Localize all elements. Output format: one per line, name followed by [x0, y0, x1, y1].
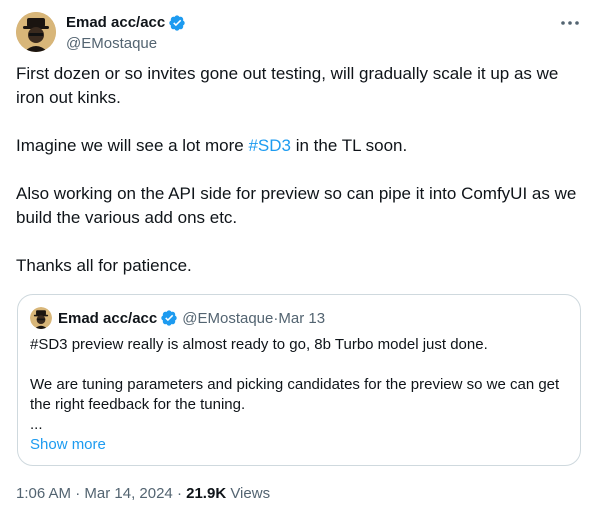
author-avatar[interactable] — [16, 12, 56, 52]
tweet-metadata: 1:06 AM · Mar 14, 2024 · 21.9K Views — [16, 484, 270, 504]
quoted-author-name: Emad acc/acc — [58, 309, 158, 327]
author-name[interactable]: Emad acc/acc — [66, 13, 165, 33]
tweet-paragraph: Imagine we will see a lot more #SD3 in t… — [16, 134, 582, 158]
author-handle[interactable]: @EMostaque — [66, 34, 186, 54]
quoted-tweet[interactable]: Emad acc/acc @EMostaque · Mar 13 #SD3 pr… — [17, 294, 581, 466]
verified-badge-icon — [160, 309, 178, 327]
hashtag-link[interactable]: #SD3 — [248, 136, 291, 155]
quoted-tweet-line: We are tuning parameters and picking can… — [30, 376, 560, 413]
views-label: Views — [226, 485, 271, 502]
tweet-text-segment: Imagine we will see a lot more — [16, 136, 249, 155]
quoted-tweet-line: #SD3 preview really is almost ready to g… — [30, 336, 488, 353]
quoted-tweet-header: Emad acc/acc @EMostaque · Mar 13 — [30, 307, 325, 329]
quoted-tweet-text: #SD3 preview really is almost ready to g… — [30, 335, 566, 435]
quoted-tweet-ellipsis: ... — [30, 416, 43, 433]
meta-separator: · — [71, 485, 85, 502]
tweet-text-segment: in the TL soon. — [290, 136, 408, 155]
quoted-tweet-date: Mar 13 — [278, 309, 326, 327]
views-count: 21.9K — [186, 485, 227, 502]
tweet-paragraph: First dozen or so invites gone out testi… — [16, 64, 559, 107]
quoted-author-avatar — [30, 307, 52, 329]
author-name-row: Emad acc/acc — [66, 13, 186, 33]
tweet-date[interactable]: Mar 14, 2024 — [84, 485, 172, 502]
quoted-author-handle: @EMostaque — [182, 309, 274, 327]
tweet-author: Emad acc/acc @EMostaque — [66, 13, 186, 54]
meta-separator: · — [172, 485, 187, 502]
tweet-paragraph: Also working on the API side for preview… — [16, 184, 577, 227]
show-more-link[interactable]: Show more — [30, 435, 106, 455]
tweet-paragraph: Thanks all for patience. — [16, 256, 192, 275]
more-options-icon[interactable] — [559, 12, 581, 34]
tweet-time[interactable]: 1:06 AM — [16, 485, 71, 502]
verified-badge-icon[interactable] — [168, 14, 186, 32]
tweet-text: First dozen or so invites gone out testi… — [16, 62, 582, 278]
